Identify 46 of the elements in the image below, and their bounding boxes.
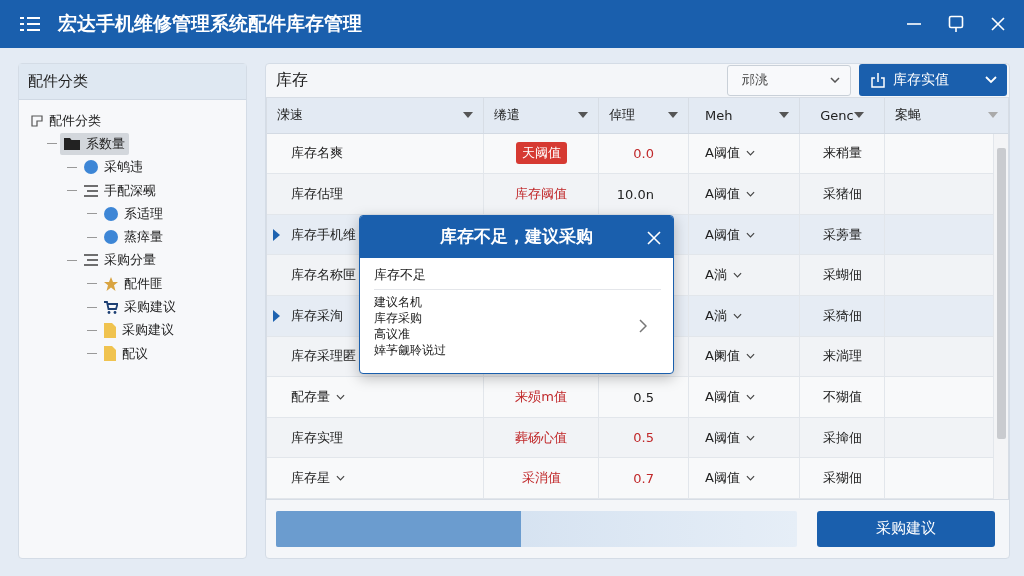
sidebar-header: 配件分类 [19, 64, 246, 100]
dialog-title: 库存不足，建议采购 [440, 225, 593, 249]
status-badge: 天阈值 [515, 142, 567, 165]
suggestion-line: 建议名机 [374, 293, 423, 310]
table-cell: 采掵佃 [822, 428, 862, 447]
table-cell: 0.7 [633, 470, 654, 486]
table-cell: 库存阈值 [515, 185, 567, 204]
table-cell: A阈值 [705, 469, 740, 488]
table-cell: 配存量 [291, 388, 330, 406]
table-cell: 10.0n [616, 186, 654, 202]
table-cell: A阈值 [705, 388, 740, 406]
table-cell: 采蝴佃 [822, 266, 862, 285]
table-cell: 0.5 [633, 389, 654, 405]
table-cell: 来稍量 [822, 144, 862, 163]
table-cell: A淌 [705, 306, 727, 325]
table-cell: 库存实理 [291, 428, 343, 447]
table-cell: 葬砀心值 [515, 428, 567, 447]
table-cell: A淌 [705, 266, 727, 285]
table-cell: 库存手机维 [291, 225, 356, 244]
suggestion-line: 高议准 [374, 325, 411, 342]
table-cell: A阈值 [705, 428, 740, 447]
table-cell: 库存采理匿 [291, 347, 356, 366]
table-cell: 采猢佃 [822, 469, 862, 488]
section-title: 库存 [276, 69, 308, 91]
table-cell: 库存采洵 [291, 306, 343, 325]
suggestion-line: 婞芧觎聆说过 [374, 341, 446, 358]
table-cell: 来殒m值 [515, 388, 567, 406]
table-cell: 采蒡量 [822, 225, 862, 244]
suggestion-line: 库存采购 [374, 309, 423, 326]
window-title: 宏达手机维修管理系统配件库存管理 [58, 11, 362, 36]
table-cell: A阑值 [705, 347, 740, 366]
table-cell: 库存名爽 [291, 144, 343, 163]
table-cell: A阈值 [705, 185, 740, 204]
table-cell: A阈值 [705, 144, 740, 163]
table-cell: 采猪佃 [822, 185, 862, 204]
table-cell: 不猢值 [822, 388, 862, 406]
table-cell: 0.5 [633, 430, 654, 446]
table-cell: 库存名称匣 [291, 266, 356, 285]
table-cell: A阈值 [705, 225, 740, 244]
table-cell: 采消值 [521, 469, 561, 488]
table-cell: 库存估理 [291, 185, 343, 204]
dialog-heading: 库存不足 [374, 265, 661, 290]
table-cell: 0.0 [633, 145, 654, 161]
table-cell: 采猗佃 [822, 306, 862, 325]
table-cell: 库存星 [291, 469, 330, 488]
table-cell: 来淌理 [822, 347, 862, 366]
